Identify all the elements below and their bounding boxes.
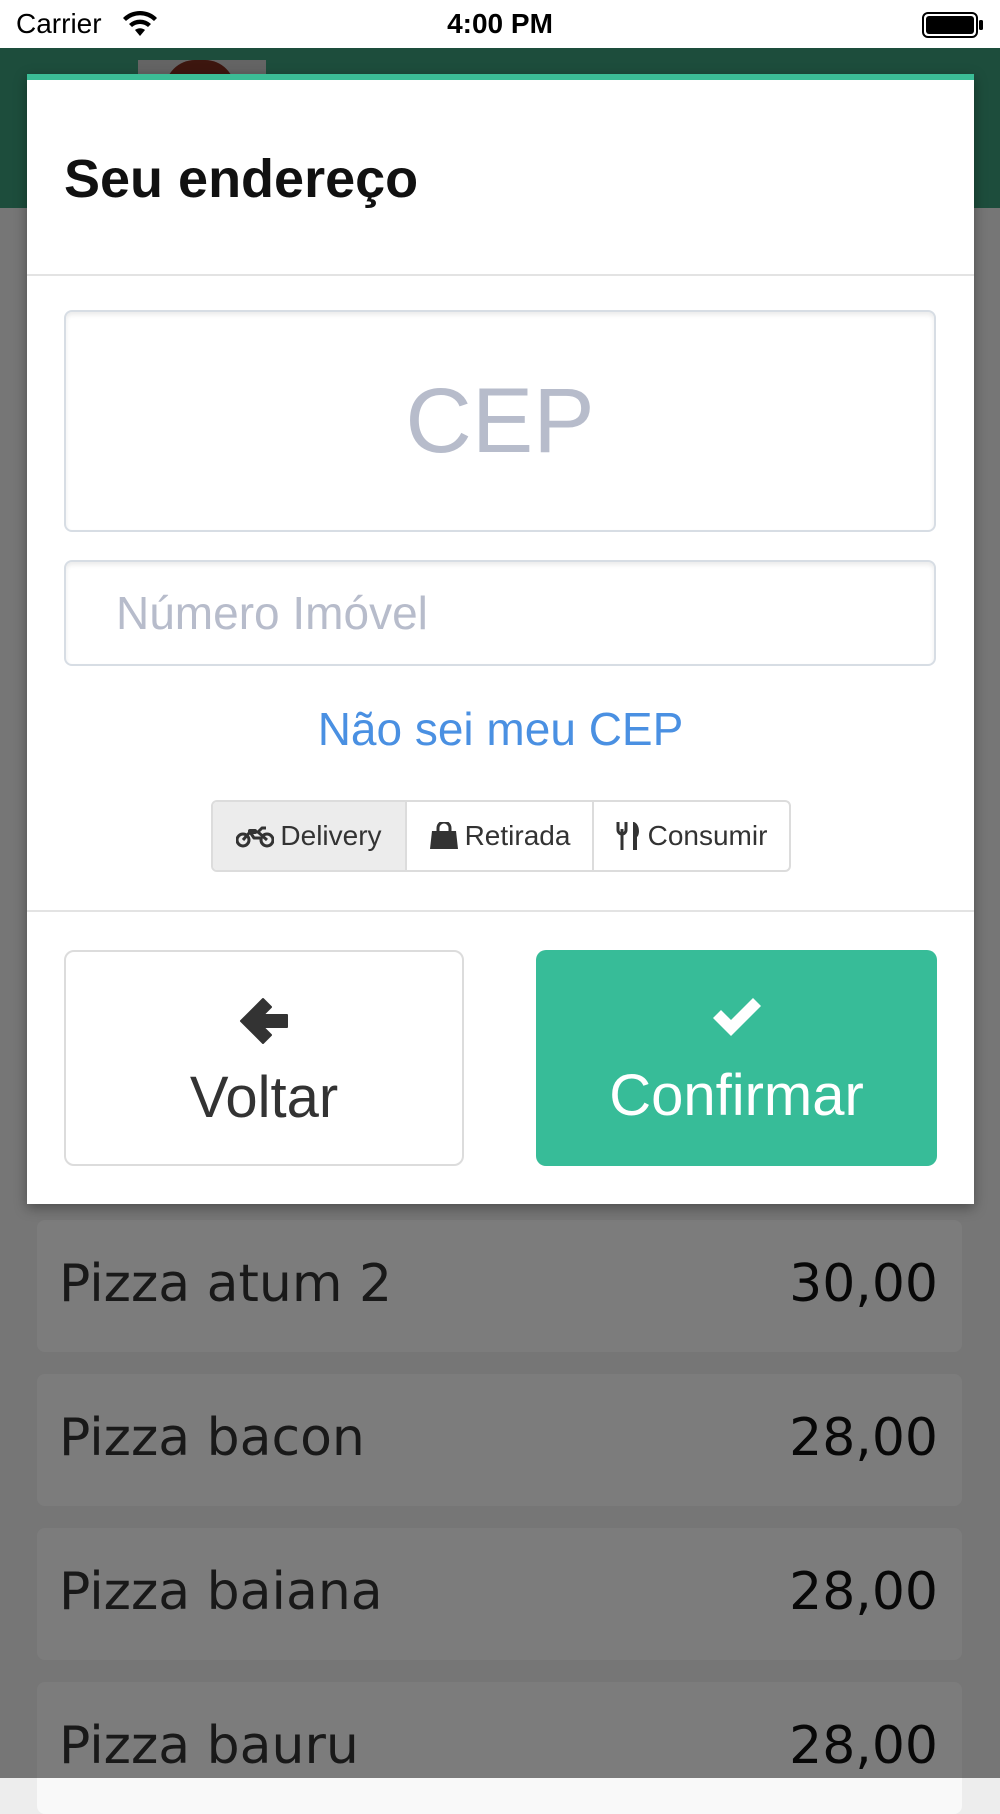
- house-number-input[interactable]: [64, 560, 936, 666]
- clock: 4:00 PM: [447, 8, 553, 39]
- motorcycle-icon: [236, 826, 275, 848]
- address-modal: Seu endereço Não sei meu CEP Delivery Re…: [27, 74, 974, 1204]
- order-type-delivery[interactable]: Delivery: [213, 802, 407, 870]
- order-type-dine-in[interactable]: Consumir: [594, 802, 789, 870]
- checkmark-icon: [712, 998, 761, 1036]
- divider: [27, 910, 974, 912]
- battery-icon: [922, 12, 983, 38]
- back-button[interactable]: Voltar: [64, 950, 464, 1166]
- confirm-button[interactable]: Confirmar: [536, 950, 937, 1166]
- arrow-left-icon: [240, 998, 288, 1044]
- order-type-selector: Delivery Retirada Consumir: [211, 800, 791, 872]
- order-type-label: Retirada: [464, 820, 571, 851]
- status-bar: Carrier 4:00 PM: [0, 0, 1000, 48]
- utensils-icon: [616, 822, 639, 850]
- order-type-label: Consumir: [647, 820, 768, 851]
- shopping-bag-icon: [429, 822, 458, 849]
- modal-title: Seu endereço: [64, 149, 419, 209]
- confirm-button-label: Confirmar: [609, 1063, 864, 1128]
- order-type-pickup[interactable]: Retirada: [407, 802, 594, 870]
- back-button-label: Voltar: [189, 1065, 339, 1130]
- order-type-label: Delivery: [280, 820, 382, 851]
- unknown-cep-link[interactable]: Não sei meu CEP: [27, 702, 974, 756]
- divider: [27, 274, 974, 276]
- cep-input[interactable]: [64, 310, 936, 532]
